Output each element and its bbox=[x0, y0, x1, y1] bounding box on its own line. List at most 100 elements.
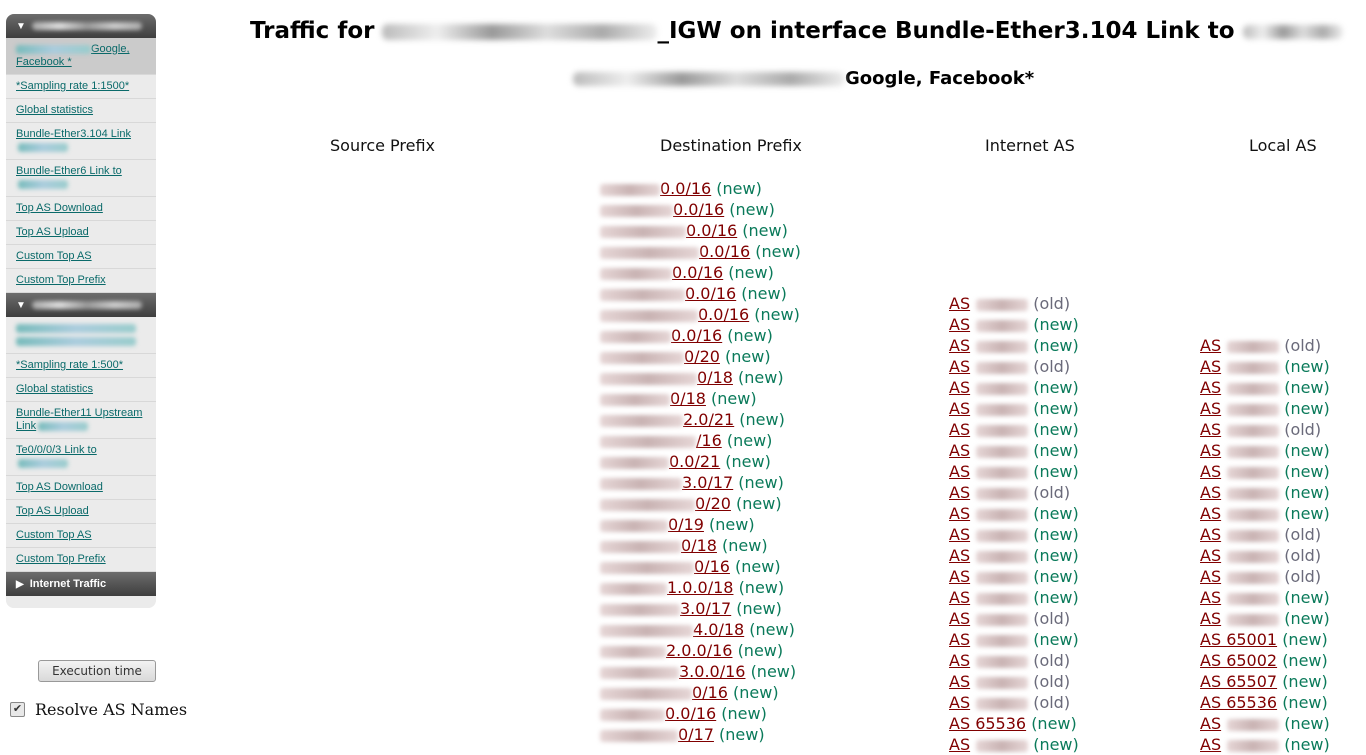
sidebar-link[interactable]: Top AS Upload bbox=[16, 226, 89, 238]
destination-prefix-link[interactable]: 0.0/16 bbox=[600, 305, 749, 324]
as-link[interactable]: AS bbox=[1200, 378, 1280, 397]
as-link[interactable]: AS bbox=[1200, 588, 1280, 607]
as-link[interactable]: AS bbox=[949, 735, 1029, 754]
as-link[interactable]: AS bbox=[1200, 609, 1280, 628]
as-link[interactable]: AS bbox=[949, 525, 1029, 544]
as-link[interactable]: AS bbox=[949, 504, 1029, 523]
as-link[interactable]: AS bbox=[1200, 504, 1280, 523]
sidebar-item[interactable]: Google, Facebook * bbox=[6, 38, 156, 75]
as-link[interactable]: AS bbox=[1200, 336, 1280, 355]
destination-prefix-link[interactable]: 0.0/16 bbox=[600, 326, 722, 345]
as-link[interactable]: AS bbox=[949, 672, 1029, 691]
sidebar-item[interactable]: Bundle-Ether3.104 Link bbox=[6, 123, 156, 160]
destination-prefix-link[interactable]: 0.0/16 bbox=[600, 284, 736, 303]
as-link[interactable]: AS bbox=[1200, 441, 1280, 460]
as-link[interactable]: AS bbox=[949, 609, 1029, 628]
destination-prefix-link[interactable]: 0/16 bbox=[600, 557, 730, 576]
sidebar-item[interactable]: Bundle-Ether6 Link to bbox=[6, 160, 156, 197]
as-link[interactable]: AS bbox=[949, 693, 1029, 712]
sidebar-item[interactable]: Te0/0/0/3 Link to bbox=[6, 439, 156, 476]
as-link[interactable]: AS bbox=[949, 546, 1029, 565]
sidebar-link[interactable]: Bundle-Ether3.104 Link bbox=[16, 128, 131, 140]
destination-prefix-link[interactable]: 0/16 bbox=[600, 683, 728, 702]
destination-prefix-link[interactable]: 3.0.0/16 bbox=[600, 662, 745, 681]
sidebar-link[interactable]: *Sampling rate 1:1500* bbox=[16, 80, 129, 92]
as-link[interactable]: AS bbox=[1200, 483, 1280, 502]
as-link[interactable]: AS bbox=[1200, 546, 1280, 565]
as-link[interactable]: AS bbox=[1200, 420, 1280, 439]
destination-prefix-link[interactable]: 0/18 bbox=[600, 368, 733, 387]
sidebar-item[interactable]: Bundle-Ether11 Upstream Link bbox=[6, 402, 156, 439]
destination-prefix-link[interactable]: 0/18 bbox=[600, 389, 706, 408]
sidebar-group-header-1[interactable]: ▼ bbox=[6, 14, 156, 38]
as-link[interactable]: AS bbox=[949, 567, 1029, 586]
sidebar-group-header-2[interactable]: ▼ bbox=[6, 293, 156, 317]
sidebar-link[interactable]: Custom Top Prefix bbox=[16, 553, 106, 565]
execution-time-button[interactable]: Execution time bbox=[38, 660, 156, 682]
sidebar-item[interactable]: Custom Top Prefix bbox=[6, 269, 156, 293]
destination-prefix-link[interactable]: 0.0/16 bbox=[600, 200, 724, 219]
sidebar-item[interactable]: Top AS Download bbox=[6, 476, 156, 500]
as-link[interactable]: AS bbox=[949, 588, 1029, 607]
as-link[interactable]: AS bbox=[949, 336, 1029, 355]
sidebar-link[interactable]: Global statistics bbox=[16, 383, 93, 395]
sidebar-item[interactable] bbox=[6, 317, 156, 354]
sidebar-item[interactable]: Custom Top AS bbox=[6, 524, 156, 548]
resolve-as-names-checkbox[interactable]: ✔ bbox=[10, 702, 25, 717]
sidebar-item[interactable]: *Sampling rate 1:1500* bbox=[6, 75, 156, 99]
sidebar-link[interactable]: Custom Top AS bbox=[16, 529, 92, 541]
sidebar-item[interactable]: Global statistics bbox=[6, 99, 156, 123]
sidebar-link[interactable]: Bundle-Ether6 Link to bbox=[16, 165, 122, 177]
destination-prefix-link[interactable]: 0.0/16 bbox=[600, 242, 750, 261]
destination-prefix-link[interactable]: 0/18 bbox=[600, 536, 717, 555]
as-link[interactable]: AS bbox=[1200, 462, 1280, 481]
sidebar-link[interactable]: Global statistics bbox=[16, 104, 93, 116]
destination-prefix-link[interactable]: 2.0.0/16 bbox=[600, 641, 732, 660]
resolve-as-names-option[interactable]: ✔ Resolve AS Names bbox=[10, 700, 187, 719]
destination-prefix-link[interactable]: 0.0/16 bbox=[600, 704, 716, 723]
sidebar-item[interactable]: Top AS Download bbox=[6, 197, 156, 221]
sidebar-link[interactable]: Top AS Download bbox=[16, 481, 103, 493]
destination-prefix-link[interactable]: 3.0/17 bbox=[600, 473, 733, 492]
destination-prefix-link[interactable]: 4.0/18 bbox=[600, 620, 744, 639]
sidebar-item[interactable]: Global statistics bbox=[6, 378, 156, 402]
destination-prefix-link[interactable]: 0.0/16 bbox=[600, 221, 737, 240]
destination-prefix-link[interactable]: 1.0.0/18 bbox=[600, 578, 733, 597]
as-link[interactable]: AS bbox=[949, 357, 1029, 376]
as-link[interactable]: AS bbox=[1200, 525, 1280, 544]
sidebar-link[interactable]: Top AS Download bbox=[16, 202, 103, 214]
as-link[interactable]: AS bbox=[1200, 567, 1280, 586]
as-link[interactable]: AS bbox=[949, 315, 1029, 334]
as-link[interactable]: AS bbox=[949, 462, 1029, 481]
as-link[interactable]: AS 65002 bbox=[1200, 651, 1277, 670]
sidebar-link[interactable]: Top AS Upload bbox=[16, 505, 89, 517]
sidebar-link[interactable]: Custom Top Prefix bbox=[16, 274, 106, 286]
as-link[interactable]: AS 65536 bbox=[949, 714, 1026, 733]
as-link[interactable]: AS bbox=[949, 630, 1029, 649]
destination-prefix-link[interactable]: 0.0/16 bbox=[600, 263, 723, 282]
as-link[interactable]: AS bbox=[949, 378, 1029, 397]
sidebar-item[interactable]: Custom Top Prefix bbox=[6, 548, 156, 572]
as-link[interactable]: AS 65507 bbox=[1200, 672, 1277, 691]
sidebar-item[interactable]: *Sampling rate 1:500* bbox=[6, 354, 156, 378]
destination-prefix-link[interactable]: 3.0/17 bbox=[600, 599, 731, 618]
as-link[interactable]: AS bbox=[949, 441, 1029, 460]
destination-prefix-link[interactable]: 0/20 bbox=[600, 494, 731, 513]
as-link[interactable]: AS bbox=[949, 399, 1029, 418]
destination-prefix-link[interactable]: 0/20 bbox=[600, 347, 720, 366]
destination-prefix-link[interactable]: 0.0/16 bbox=[600, 179, 711, 198]
as-link[interactable]: AS bbox=[1200, 714, 1280, 733]
sidebar-item[interactable]: Top AS Upload bbox=[6, 500, 156, 524]
destination-prefix-link[interactable]: /16 bbox=[600, 431, 722, 450]
destination-prefix-link[interactable]: 0.0/21 bbox=[600, 452, 720, 471]
as-link[interactable]: AS bbox=[949, 651, 1029, 670]
as-link[interactable]: AS bbox=[1200, 357, 1280, 376]
as-link[interactable]: AS bbox=[1200, 735, 1280, 754]
sidebar-item[interactable]: Top AS Upload bbox=[6, 221, 156, 245]
as-link[interactable]: AS 65001 bbox=[1200, 630, 1277, 649]
as-link[interactable]: AS 65536 bbox=[1200, 693, 1277, 712]
sidebar-link[interactable]: *Sampling rate 1:500* bbox=[16, 359, 123, 371]
as-link[interactable]: AS bbox=[949, 483, 1029, 502]
as-link[interactable]: AS bbox=[1200, 399, 1280, 418]
destination-prefix-link[interactable]: 2.0/21 bbox=[600, 410, 734, 429]
